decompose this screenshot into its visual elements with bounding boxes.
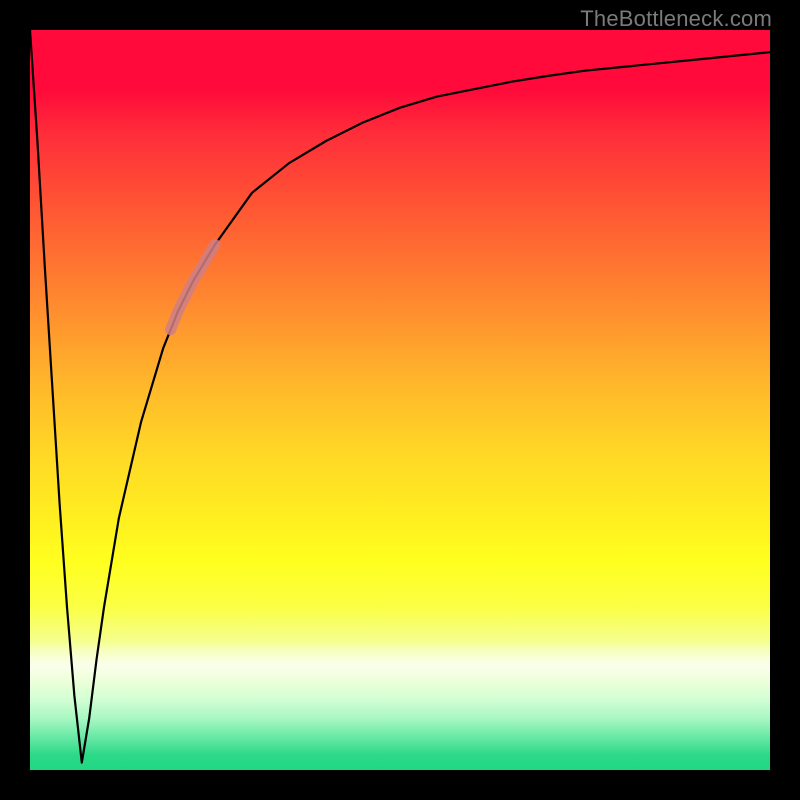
watermark-text: TheBottleneck.com: [580, 6, 772, 32]
curve-layer: [30, 30, 770, 770]
chart-frame: TheBottleneck.com: [0, 0, 800, 800]
curve-highlight: [171, 245, 215, 330]
bottleneck-curve: [30, 30, 770, 763]
plot-area: [30, 30, 770, 770]
